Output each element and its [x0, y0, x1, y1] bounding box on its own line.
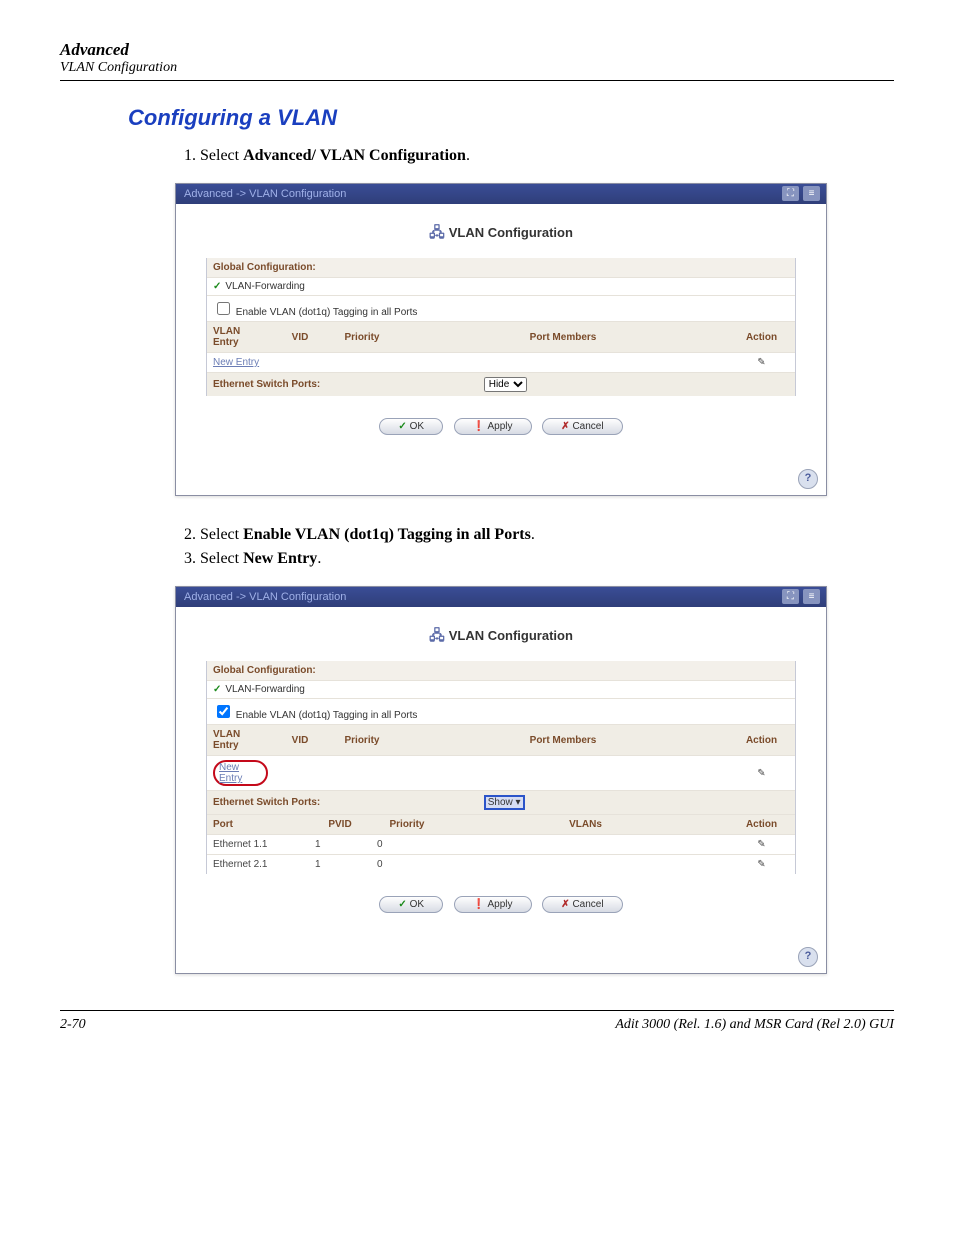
apply-button[interactable]: ❗ Apply [454, 418, 532, 435]
step-3: Select New Entry. [200, 550, 894, 568]
esp-select[interactable]: Show ▾ [484, 795, 525, 810]
breadcrumb-bar: Advanced -> VLAN Configuration ⛶ ≡ [176, 184, 826, 204]
ethernet-switch-ports-row: Ethernet Switch Ports: Show ▾ [207, 790, 795, 814]
vlan-table: VLAN Entry VID Priority Port Members Act… [207, 724, 795, 790]
screenshot-2: Advanced -> VLAN Configuration ⛶ ≡ 🖧VLAN… [175, 586, 894, 974]
vlan-icon: 🖧 [429, 627, 445, 643]
enable-tagging-row[interactable]: Enable VLAN (dot1q) Tagging in all Ports [207, 698, 795, 724]
header-chapter: Advanced [60, 40, 894, 60]
header-section: VLAN Configuration [60, 60, 894, 76]
check-icon: ✓ [213, 281, 221, 292]
vlan-forwarding-row: ✓VLAN-Forwarding [207, 277, 795, 295]
check-icon: ✓ [213, 684, 221, 695]
help-icon[interactable]: ? [798, 947, 818, 967]
step-2: Select Enable VLAN (dot1q) Tagging in al… [200, 526, 894, 544]
edit-icon[interactable]: ✎ [728, 855, 795, 875]
new-entry-link[interactable]: New Entry [219, 762, 242, 784]
new-entry-link[interactable]: New Entry [213, 357, 259, 368]
breadcrumb: Advanced -> VLAN Configuration [184, 591, 346, 603]
enable-tagging-checkbox[interactable] [217, 705, 230, 718]
vlan-icon: 🖧 [429, 224, 445, 240]
add-icon[interactable]: ✎ [728, 353, 795, 373]
table-row: Ethernet 1.1 1 0 ✎ [207, 835, 795, 855]
page-footer: 2-70 Adit 3000 (Rel. 1.6) and MSR Card (… [60, 1010, 894, 1033]
breadcrumb-bar-2: Advanced -> VLAN Configuration ⛶ ≡ [176, 587, 826, 607]
cancel-button[interactable]: ✗ Cancel [542, 896, 622, 913]
ok-button[interactable]: ✓ OK [379, 896, 443, 913]
enable-tagging-checkbox[interactable] [217, 302, 230, 315]
apply-button[interactable]: ❗ Apply [454, 896, 532, 913]
new-entry-row[interactable]: New Entry ✎ [207, 353, 795, 373]
global-config-label: Global Configuration: [207, 661, 795, 680]
vlan-table: VLAN Entry VID Priority Port Members Act… [207, 321, 795, 372]
add-icon[interactable]: ✎ [728, 756, 795, 791]
table-row: Ethernet 2.1 1 0 ✎ [207, 855, 795, 875]
esp-select[interactable]: Hide [484, 377, 527, 392]
step-1: Select Advanced/ VLAN Configuration. [200, 147, 894, 165]
vlan-forwarding-row: ✓VLAN-Forwarding [207, 680, 795, 698]
enable-tagging-row[interactable]: Enable VLAN (dot1q) Tagging in all Ports [207, 295, 795, 321]
ok-button[interactable]: ✓ OK [379, 418, 443, 435]
screenshot-1: Advanced -> VLAN Configuration ⛶ ≡ 🖧VLAN… [175, 183, 894, 496]
breadcrumb: Advanced -> VLAN Configuration [184, 188, 346, 200]
network-icon[interactable]: ⛶ [782, 589, 799, 604]
ethernet-switch-ports-row: Ethernet Switch Ports: Hide [207, 372, 795, 396]
section-title: Configuring a VLAN [128, 105, 894, 131]
panel-title: 🖧VLAN Configuration [206, 222, 796, 246]
list-icon[interactable]: ≡ [803, 589, 820, 604]
list-icon[interactable]: ≡ [803, 186, 820, 201]
new-entry-row[interactable]: New Entry ✎ [207, 756, 795, 791]
page-number: 2-70 [60, 1017, 86, 1033]
help-icon[interactable]: ? [798, 469, 818, 489]
ports-table: Port PVID Priority VLANs Action Ethernet… [207, 814, 795, 874]
cancel-button[interactable]: ✗ Cancel [542, 418, 622, 435]
global-config-label: Global Configuration: [207, 258, 795, 277]
edit-icon[interactable]: ✎ [728, 835, 795, 855]
page-header: Advanced VLAN Configuration [60, 40, 894, 81]
network-icon[interactable]: ⛶ [782, 186, 799, 201]
product-line: Adit 3000 (Rel. 1.6) and MSR Card (Rel 2… [615, 1017, 894, 1033]
panel-title: 🖧VLAN Configuration [206, 625, 796, 649]
